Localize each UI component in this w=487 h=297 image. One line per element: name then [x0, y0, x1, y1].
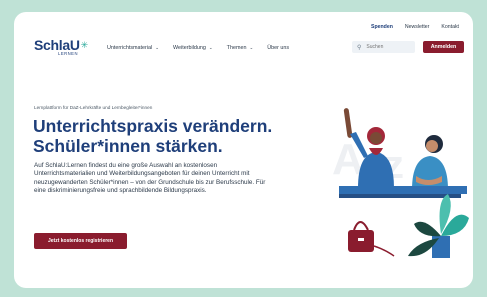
nav-item-label: Unterrichtsmaterial: [107, 45, 153, 51]
nav-item-themen[interactable]: Themen ⌄: [227, 45, 254, 51]
register-button[interactable]: Jetzt kostenlos registrieren: [34, 233, 127, 249]
logo-text: SchlaU: [34, 37, 80, 53]
chevron-down-icon: ⌄: [155, 45, 160, 50]
hero-illustration: A z: [332, 108, 469, 258]
search-box[interactable]: ⚲: [352, 41, 415, 53]
nav-item-weiterbildung[interactable]: Weiterbildung ⌄: [173, 45, 213, 51]
nav-item-label: Weiterbildung: [173, 45, 206, 51]
logo-sparkle-icon: ✳: [80, 40, 89, 50]
person-right-illustration: [412, 135, 448, 190]
page-card: Spenden Newsletter Kontakt SchlaU ✳ LERNE…: [14, 12, 473, 288]
search-icon: ⚲: [357, 44, 362, 51]
main-nav: Unterrichtsmaterial ⌄ Weiterbildung ⌄ Th…: [107, 45, 289, 51]
chevron-down-icon: ⌄: [249, 45, 254, 50]
chevron-down-icon: ⌄: [208, 45, 213, 50]
meta-nav: Spenden Newsletter Kontakt: [371, 24, 459, 30]
site-logo[interactable]: SchlaU ✳ LERNEN: [34, 38, 88, 56]
bag-illustration: [348, 221, 395, 257]
newsletter-link[interactable]: Newsletter: [405, 24, 430, 30]
plant-illustration: [408, 194, 469, 258]
nav-item-label: Über uns: [267, 45, 290, 51]
login-button[interactable]: Anmelden: [423, 41, 464, 53]
donate-link[interactable]: Spenden: [371, 24, 393, 30]
contact-link[interactable]: Kontakt: [441, 24, 459, 30]
search-input[interactable]: [366, 44, 407, 50]
nav-item-unterrichtsmaterial[interactable]: Unterrichtsmaterial ⌄: [107, 45, 159, 51]
nav-item-ueber-uns[interactable]: Über uns: [267, 45, 289, 51]
hero-intro: Auf SchlaU:Lernen findest du eine große …: [34, 162, 266, 195]
nav-item-label: Themen: [226, 45, 247, 51]
hero-headline: Unterrichtspraxis verändern. Schüler*inn…: [33, 116, 273, 156]
hero-eyebrow: Lernplattform für DaZ-Lehrkräfte und Ler…: [34, 105, 153, 110]
